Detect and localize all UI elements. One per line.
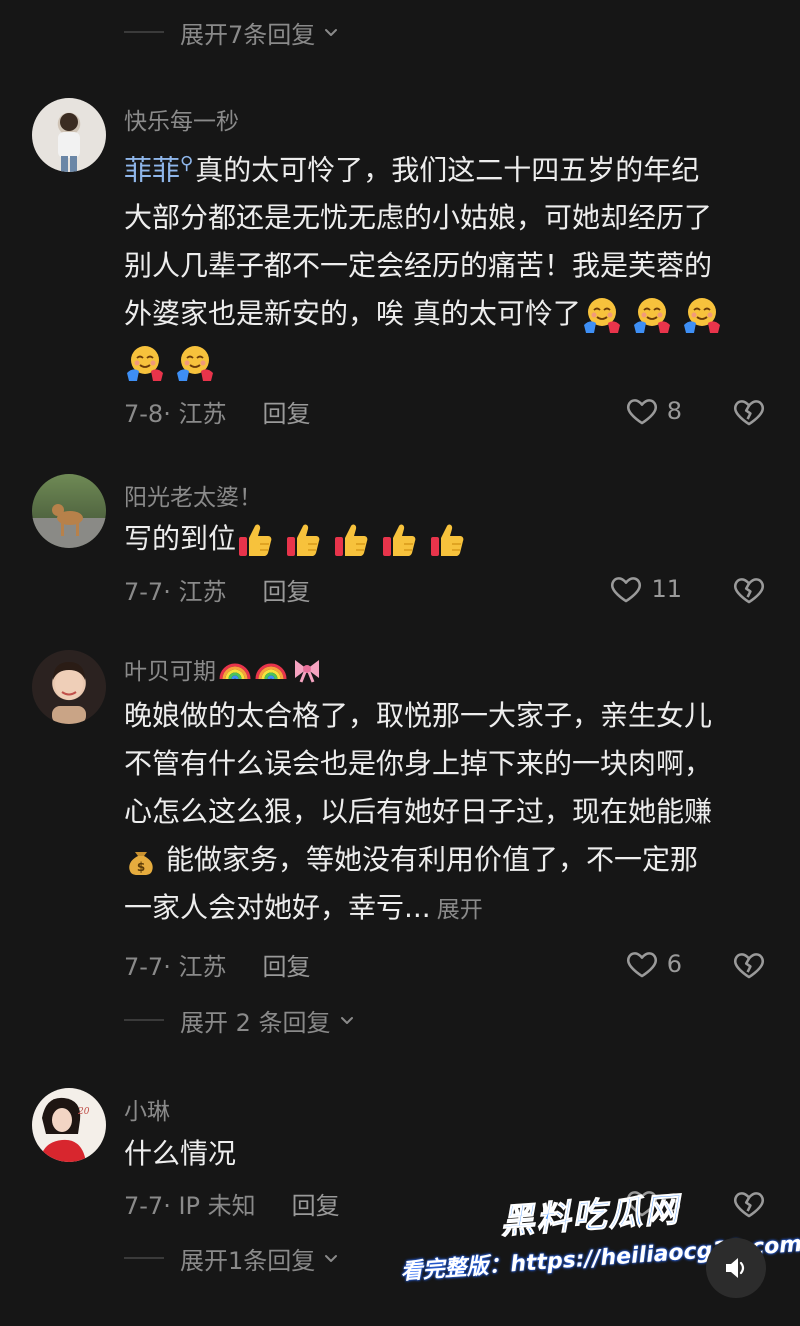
chevron-down-icon xyxy=(337,1010,357,1030)
comment-meta: 7-8· 江苏 回复 xyxy=(124,394,310,429)
chevron-down-icon xyxy=(321,1248,341,1268)
expand-text-button[interactable]: 展开 xyxy=(437,897,483,923)
heart-outline-icon xyxy=(609,572,643,606)
thumbs-up-emoji xyxy=(428,520,468,560)
hugging-face-emoji xyxy=(174,343,216,383)
search-icon: ⚲ xyxy=(180,153,194,174)
money-bag-emoji xyxy=(124,844,158,878)
thumbs-up-emoji xyxy=(380,520,420,560)
like-count: 6 xyxy=(666,950,682,978)
avatar[interactable]: 20 xyxy=(32,1088,106,1162)
reply-button[interactable]: 回复 xyxy=(262,394,310,429)
expand-replies-label: 展开 2 条回复 xyxy=(180,1008,331,1037)
reply-button[interactable]: 回复 xyxy=(262,947,310,982)
avatar[interactable] xyxy=(32,474,106,548)
avatar[interactable] xyxy=(32,98,106,172)
hugging-face-emoji xyxy=(631,295,673,335)
username[interactable]: 阳光老太婆！ xyxy=(124,478,262,512)
thumbs-up-emoji xyxy=(332,520,372,560)
chevron-down-icon xyxy=(321,22,341,42)
reply-button[interactable]: 回复 xyxy=(262,572,310,607)
mention-link[interactable]: 菲菲 xyxy=(124,153,180,186)
hugging-face-emoji xyxy=(124,343,166,383)
like-button[interactable]: 6 xyxy=(625,947,682,981)
comment-meta: 7-7· 江苏 回复 xyxy=(124,947,310,982)
avatar[interactable] xyxy=(32,650,106,724)
expand-replies-button[interactable]: 展开7条回复 xyxy=(124,12,341,52)
hugging-face-emoji xyxy=(581,295,623,335)
date-location: 7-7· 江苏 xyxy=(124,578,227,606)
like-count: 11 xyxy=(651,575,682,603)
username[interactable]: 叶贝可期 xyxy=(124,652,324,686)
comment-meta: 7-7· IP 未知 回复 xyxy=(124,1186,340,1221)
rainbow-emoji xyxy=(218,652,252,686)
expand-replies-button[interactable]: 展开 2 条回复 xyxy=(124,1000,357,1040)
thumbs-up-emoji xyxy=(284,520,324,560)
heart-outline-icon xyxy=(625,394,659,428)
reply-button[interactable]: 回复 xyxy=(292,1186,340,1221)
date-location: 7-7· IP 未知 xyxy=(124,1192,256,1220)
comment-text: 菲菲⚲真的太可怜了，我们这二十四五岁的年纪 大部分都还是无忧无虑的小姑娘，可她却… xyxy=(124,140,764,386)
speaker-icon xyxy=(726,1258,745,1278)
comment-text: 晚娘做的太合格了，取悦那一大家子，亲生女儿 不管有什么误会也是你身上掉下来的一块… xyxy=(124,699,713,924)
expand-replies-button[interactable]: 展开1条回复 xyxy=(124,1238,341,1278)
hugging-face-emoji xyxy=(681,295,723,335)
expand-replies-label: 展开1条回复 xyxy=(180,1246,316,1275)
divider-line xyxy=(124,1019,164,1021)
broken-heart-icon[interactable] xyxy=(732,948,766,982)
comment-text: 什么情况 xyxy=(124,1137,237,1170)
username[interactable]: 小琳 xyxy=(124,1092,170,1126)
broken-heart-icon[interactable] xyxy=(732,573,766,607)
rainbow-emoji xyxy=(254,652,288,686)
broken-heart-icon[interactable] xyxy=(732,395,766,429)
date-location: 7-8· 江苏 xyxy=(124,400,227,428)
comment-meta: 7-7· 江苏 回复 xyxy=(124,572,310,607)
thumbs-up-emoji xyxy=(236,520,276,560)
expand-replies-label: 展开7条回复 xyxy=(180,20,316,49)
comment-text: 写的到位 xyxy=(124,515,764,563)
svg-text:20: 20 xyxy=(77,1107,90,1117)
username[interactable]: 快乐每一秒 xyxy=(124,102,239,136)
like-button[interactable]: 11 xyxy=(609,572,682,606)
ribbon-emoji xyxy=(290,652,324,686)
like-count: 8 xyxy=(666,397,682,425)
like-button[interactable]: 8 xyxy=(625,394,682,428)
divider-line xyxy=(124,1257,164,1259)
sound-button[interactable] xyxy=(706,1238,766,1298)
watermark-title: 黑料吃瓜网 xyxy=(499,1189,682,1243)
date-location: 7-7· 江苏 xyxy=(124,953,227,981)
heart-outline-icon xyxy=(625,947,659,981)
divider-line xyxy=(124,31,164,33)
